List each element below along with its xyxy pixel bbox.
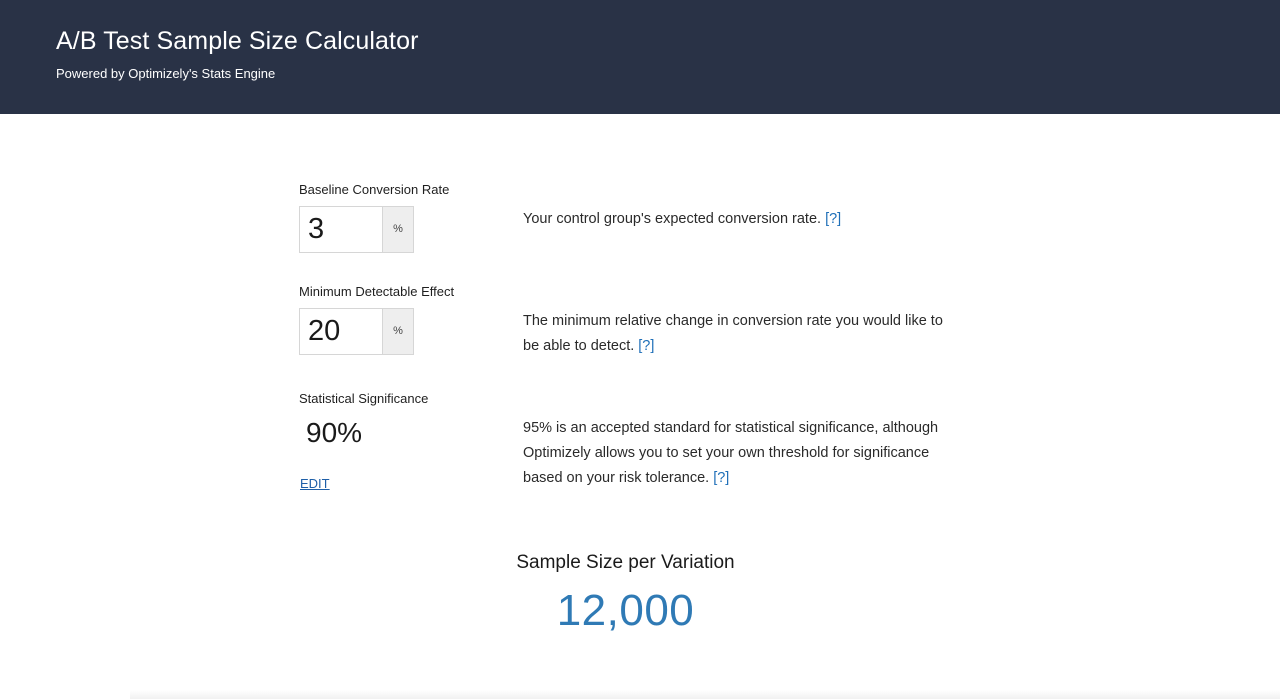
- mde-input-group: 20 %: [299, 308, 415, 355]
- significance-edit-link[interactable]: EDIT: [300, 476, 330, 491]
- mde-unit-addon: %: [382, 308, 414, 355]
- result-label: Sample Size per Variation: [516, 552, 735, 573]
- significance-help-link[interactable]: [?]: [713, 470, 729, 486]
- baseline-input-group: 3 %: [299, 206, 415, 253]
- baseline-description-block: Your control group's expected conversion…: [523, 207, 963, 232]
- page-subtitle: Powered by Optimizely's Stats Engine: [56, 66, 276, 81]
- significance-description-block: 95% is an accepted standard for statisti…: [523, 416, 963, 491]
- significance-value: 90%: [306, 417, 363, 448]
- baseline-label: Baseline Conversion Rate: [299, 182, 450, 197]
- baseline-description: Your control group's expected conversion…: [523, 211, 822, 227]
- baseline-input[interactable]: 3: [299, 206, 383, 253]
- page-header: A/B Test Sample Size Calculator Powered …: [0, 0, 1280, 114]
- mde-description-block: The minimum relative change in conversio…: [523, 309, 963, 359]
- result-value: 12,000: [556, 586, 695, 635]
- mde-label: Minimum Detectable Effect: [299, 284, 455, 299]
- significance-description: 95% is an accepted standard for statisti…: [523, 420, 939, 486]
- bottom-divider: [130, 690, 1280, 699]
- mde-description: The minimum relative change in conversio…: [523, 313, 943, 354]
- baseline-unit-addon: %: [382, 206, 414, 253]
- mde-help-link[interactable]: [?]: [638, 338, 654, 354]
- significance-label: Statistical Significance: [299, 391, 429, 406]
- page-title: A/B Test Sample Size Calculator: [56, 27, 419, 55]
- baseline-help-link[interactable]: [?]: [825, 211, 841, 227]
- mde-input[interactable]: 20: [299, 308, 383, 355]
